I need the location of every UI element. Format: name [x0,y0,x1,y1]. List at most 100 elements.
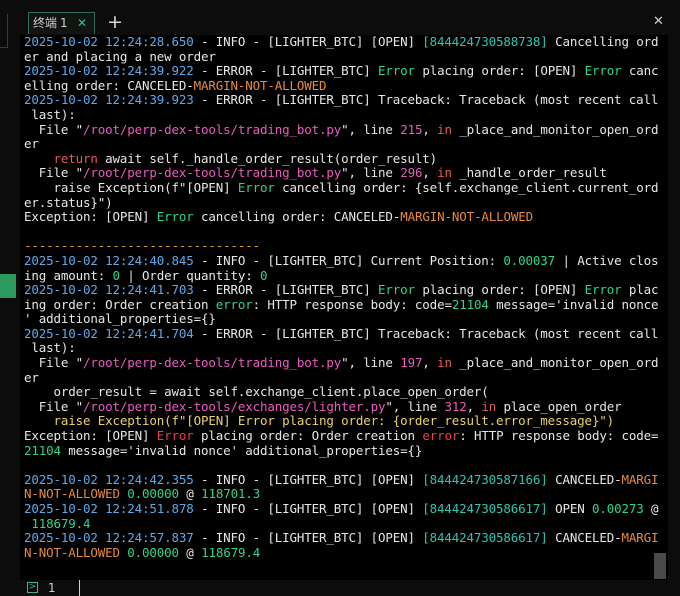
terminal-text: , [422,355,438,371]
terminal-line: ing order: Order creation error: HTTP re… [20,296,668,313]
terminal-text: @ [178,544,202,560]
terminal-text: Error [156,209,194,225]
terminal-line: raise Exception(f"[OPEN] Error cancellin… [20,179,668,196]
terminal-text: OPEN [547,501,592,516]
terminal-text: , [422,165,438,181]
terminal-text: er [24,369,39,385]
terminal-text: File " [24,355,84,371]
terminal-text: - ERROR - [LIGHTER_BTC] Traceback: Trace… [193,325,659,341]
terminal-line: 2025-10-02 12:24:41.703 - ERROR - [LIGHT… [20,282,668,298]
terminal-text: [844424730586617] [422,501,548,516]
terminal-text: 2025-10-02 12:24:57.837 [24,530,194,546]
terminal-text: - ERROR - [LIGHTER_BTC] [193,63,379,79]
terminal-text: /root/perp-dex-tools/trading_bot.py [83,355,342,371]
terminal-text: CANCELED- [547,471,622,487]
terminal-text: | Order quantity: [119,267,261,283]
new-tab-plus-icon[interactable]: + [107,11,123,33]
tab-bar: 终端 1 ✕ + ✕ [0,0,680,34]
terminal-text: placing order: [OPEN] [414,282,585,298]
terminal-line: 2025-10-02 12:24:42.355 - INFO - [LIGHTE… [20,471,668,488]
terminal-text: 21104 [24,442,61,458]
terminal-text: 2025-10-02 12:24:41.703 [24,282,194,298]
terminal-text: _place_and_monitor_open_ord [451,355,659,371]
terminal-text: [844424730587166] [422,471,548,487]
terminal-text: ing order: Order creation [24,296,216,312]
terminal-text: 118679.4 [31,515,91,531]
terminal-text: placing order: Order creation [193,428,423,444]
terminal-scrollbar-thumb[interactable] [654,553,666,579]
terminal-text: placing order: [OPEN] [414,63,585,79]
terminal-text: in [437,355,452,371]
terminal-status-bar [0,580,680,596]
terminal-text: _place_and_monitor_open_ord [451,121,659,137]
terminal-text: 0 [260,267,268,283]
terminal-text: 0.00037 [503,252,556,268]
terminal-text: 21104 [451,296,489,312]
terminal-line: 2025-10-02 12:24:57.837 - INFO - [LIGHTE… [20,530,668,546]
terminal-text: Exception: [OPEN] [24,428,157,444]
terminal-text: /root/perp-dex-tools/trading_bot.py [83,121,342,137]
terminal-text: | Active clos [555,252,659,268]
terminal-line: 2025-10-02 12:24:39.923 - ERROR - [LIGHT… [20,93,668,108]
terminal-line: 2025-10-02 12:24:51.878 - INFO - [LIGHTE… [20,501,668,517]
terminal-text: : HTTP response body: code= [459,428,659,444]
terminal-text: [844424730586617] [422,530,548,546]
terminal-text: in [437,121,452,137]
terminal-text: MARGIN-NOT-ALLOWED [400,209,533,225]
terminal-text: 0.00273 [591,501,644,516]
terminal-text: 0.00000 [127,486,179,502]
terminal-line: 118679.4 [20,515,668,532]
tab-terminal-1[interactable]: 终端 1 ✕ [28,12,95,34]
terminal-text: 312 [444,398,467,414]
terminal-text: cancelling order: CANCELED- [193,209,401,225]
terminal-line: -------------------------------- [20,239,668,254]
terminal-text: 118701.3 [201,486,261,502]
terminal-text: plac [621,282,659,298]
terminal-text: Cancelling ord [547,35,659,49]
terminal-text: last): [24,106,76,122]
tab-index: 1 [60,16,68,30]
terminal-text: message='invalid nonce [488,296,659,312]
terminal-text: -------------------------------- [24,238,261,254]
terminal-text: _handle_order_result [451,165,607,181]
terminal-line: last): [20,106,668,123]
terminal-text: MARGI [621,530,659,546]
terminal-line: File "/root/perp-dex-tools/trading_bot.p… [20,121,668,138]
terminal-text: MARGIN-NOT-ALLOWED [193,77,327,93]
terminal-text: ", line [341,165,401,181]
terminal-line: return await self._handle_order_result(o… [20,151,668,167]
terminal-text: N-NOT-ALLOWED [24,486,120,502]
input-cursor [79,580,80,596]
terminal-text: - ERROR - [LIGHTER_BTC] Traceback: Trace… [193,92,659,108]
terminal-line: elling order: CANCELED-MARGIN-NOT-ALLOWE… [20,77,668,94]
terminal-line: 2025-10-02 12:24:39.922 - ERROR - [LIGHT… [20,63,668,79]
terminal-text: 2025-10-02 12:24:28.650 [24,35,194,49]
terminal-text: er and placing a new order [24,48,216,64]
terminal-line: er.status}") [20,195,668,211]
terminal-text: - INFO - [LIGHTER_BTC] Current Position: [193,252,504,268]
terminal-session-icon[interactable]: > [27,582,38,593]
terminal-text: 0.00000 [127,544,179,560]
terminal-text: [844424730588738] [422,35,548,49]
terminal-text: 2025-10-02 12:24:41.704 [24,325,194,341]
terminal-text: ", line [341,121,401,137]
terminal-output[interactable]: 2025-10-02 12:24:28.650 - INFO - [LIGHTE… [20,35,668,580]
terminal-text: 215 [400,121,423,137]
terminal-text: order_result = await self.exchange_clien… [24,384,489,400]
terminal-line: Exception: [OPEN] Error placing order: O… [20,428,668,444]
terminal-text: - INFO - [LIGHTER_BTC] [OPEN] [193,530,423,546]
terminal-text: - INFO - [LIGHTER_BTC] [OPEN] [193,501,423,516]
terminal-text: CANCELED- [547,530,622,546]
terminal-text: : HTTP response body: code= [252,296,452,312]
panel-close-icon[interactable]: ✕ [653,14,664,30]
terminal-text: File " [24,398,84,414]
terminal-text: @ [643,501,659,516]
terminal-text: , [466,398,482,414]
terminal-text: Error [237,179,275,195]
terminal-text: elling order: CANCELED- [24,77,194,93]
terminal-text: ing amount: [24,267,113,283]
tab-close-icon[interactable]: ✕ [77,13,87,33]
